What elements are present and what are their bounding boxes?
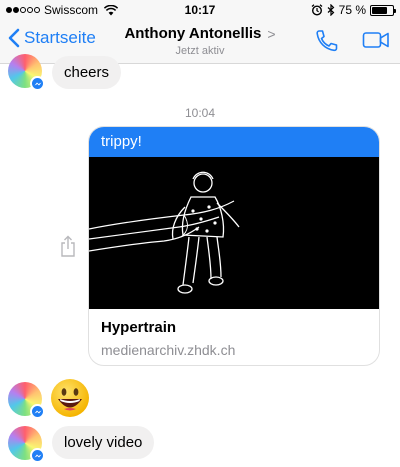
contact-avatar[interactable] — [8, 54, 45, 91]
chevron-right-icon: > — [267, 25, 276, 42]
video-camera-icon[interactable] — [362, 28, 390, 52]
call-actions — [312, 28, 390, 52]
link-domain: medienarchiv.zhdk.ch — [101, 342, 236, 358]
battery-icon — [370, 4, 396, 16]
contact-avatar[interactable] — [8, 426, 45, 463]
message-text: cheers — [64, 64, 110, 81]
link-caption-text: trippy! — [101, 133, 142, 150]
status-bar: Swisscom 10:17 75 % — [0, 0, 400, 20]
back-button[interactable]: Startseite — [8, 28, 96, 48]
link-preview-card[interactable]: trippy! Hypertrain medienarchiv.zhdk.ch — [88, 126, 380, 366]
contact-header[interactable]: Anthony Antonellis > Jetzt aktiv — [100, 25, 300, 57]
message-text: lovely video — [64, 434, 143, 451]
back-button-label: Startseite — [24, 28, 96, 47]
contact-status: Jetzt aktiv — [175, 45, 225, 57]
video-thumbnail[interactable] — [89, 157, 379, 309]
message-bubble[interactable]: lovely video — [52, 426, 155, 459]
battery-percentage: 75 % — [338, 3, 366, 17]
message-bubble[interactable]: cheers — [52, 56, 122, 89]
alarm-clock-icon — [311, 4, 323, 16]
contact-name-row[interactable]: Anthony Antonellis > — [124, 25, 275, 42]
link-caption-bubble: trippy! — [89, 127, 379, 157]
share-icon[interactable] — [60, 235, 76, 257]
chevron-left-icon — [8, 28, 20, 48]
link-title: Hypertrain — [101, 319, 177, 336]
link-info: Hypertrain medienarchiv.zhdk.ch — [89, 309, 379, 365]
phone-icon[interactable] — [312, 28, 340, 52]
messenger-badge-icon — [30, 404, 45, 419]
message-timestamp: 10:04 — [184, 106, 216, 120]
contact-name: Anthony Antonellis — [124, 25, 262, 42]
grinning-face-emoji-icon[interactable] — [50, 378, 90, 418]
bluetooth-icon — [327, 4, 335, 16]
contact-avatar[interactable] — [8, 382, 45, 419]
messenger-badge-icon — [30, 448, 45, 463]
video-thumbnail-drawing — [89, 171, 240, 294]
messenger-badge-icon — [30, 76, 45, 91]
status-right: 75 % — [311, 3, 396, 17]
battery-level — [372, 6, 387, 14]
